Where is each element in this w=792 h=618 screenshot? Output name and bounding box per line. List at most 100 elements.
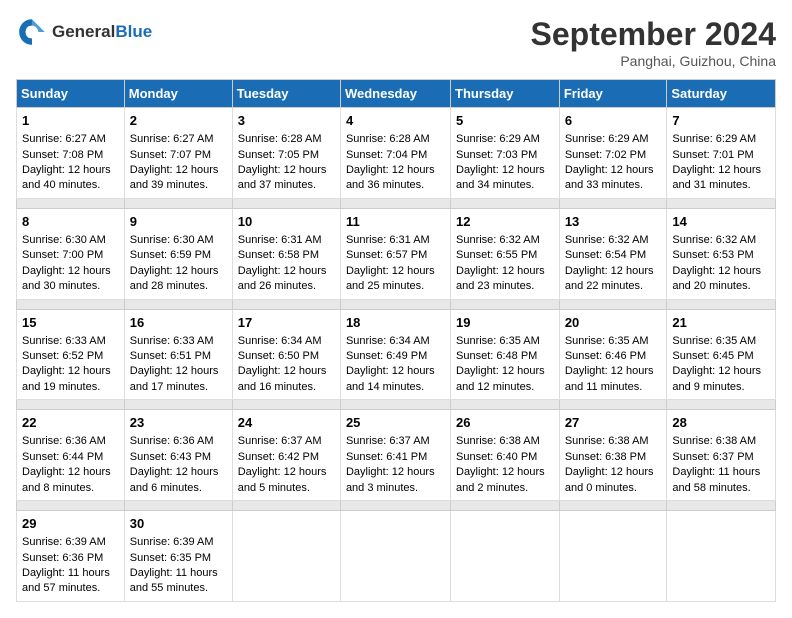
sunset-text: Sunset: 7:03 PM [456, 149, 537, 161]
sunrise-text: Sunrise: 6:37 AM [346, 435, 430, 447]
day-number: 4 [346, 112, 445, 130]
sunrise-text: Sunrise: 6:35 AM [565, 335, 649, 347]
daylight-text: Daylight: 12 hours and 11 minutes. [565, 365, 654, 392]
calendar-cell: 11Sunrise: 6:31 AMSunset: 6:57 PMDayligh… [340, 208, 450, 299]
calendar-week-row: 1Sunrise: 6:27 AMSunset: 7:08 PMDaylight… [17, 108, 776, 199]
daylight-text: Daylight: 11 hours and 58 minutes. [672, 466, 760, 493]
day-number: 26 [456, 414, 554, 432]
day-number: 15 [22, 314, 119, 332]
day-number: 6 [565, 112, 662, 130]
day-number: 18 [346, 314, 445, 332]
daylight-text: Daylight: 12 hours and 16 minutes. [238, 365, 327, 392]
sunrise-text: Sunrise: 6:36 AM [130, 435, 214, 447]
calendar-cell: 1Sunrise: 6:27 AMSunset: 7:08 PMDaylight… [17, 108, 125, 199]
day-number: 2 [130, 112, 227, 130]
sunrise-text: Sunrise: 6:33 AM [130, 335, 214, 347]
sunset-text: Sunset: 6:57 PM [346, 249, 427, 261]
sunrise-text: Sunrise: 6:32 AM [456, 234, 540, 246]
calendar-cell: 10Sunrise: 6:31 AMSunset: 6:58 PMDayligh… [232, 208, 340, 299]
sunrise-text: Sunrise: 6:27 AM [130, 133, 214, 145]
daylight-text: Daylight: 12 hours and 37 minutes. [238, 164, 327, 191]
sunset-text: Sunset: 6:40 PM [456, 451, 537, 463]
daylight-text: Daylight: 12 hours and 28 minutes. [130, 265, 219, 292]
sunset-text: Sunset: 7:00 PM [22, 249, 103, 261]
week-separator-row [17, 299, 776, 309]
day-number: 23 [130, 414, 227, 432]
sunrise-text: Sunrise: 6:28 AM [346, 133, 430, 145]
sunrise-text: Sunrise: 6:29 AM [565, 133, 649, 145]
sunrise-text: Sunrise: 6:34 AM [346, 335, 430, 347]
calendar-cell: 22Sunrise: 6:36 AMSunset: 6:44 PMDayligh… [17, 410, 125, 501]
day-number: 10 [238, 213, 335, 231]
daylight-text: Daylight: 12 hours and 31 minutes. [672, 164, 761, 191]
day-number: 3 [238, 112, 335, 130]
sunset-text: Sunset: 6:41 PM [346, 451, 427, 463]
sunset-text: Sunset: 6:52 PM [22, 350, 103, 362]
daylight-text: Daylight: 12 hours and 22 minutes. [565, 265, 654, 292]
daylight-text: Daylight: 12 hours and 30 minutes. [22, 265, 111, 292]
sunset-text: Sunset: 6:53 PM [672, 249, 753, 261]
calendar-cell: 28Sunrise: 6:38 AMSunset: 6:37 PMDayligh… [667, 410, 776, 501]
sunset-text: Sunset: 6:58 PM [238, 249, 319, 261]
calendar-cell: 21Sunrise: 6:35 AMSunset: 6:45 PMDayligh… [667, 309, 776, 400]
day-number: 19 [456, 314, 554, 332]
calendar-cell: 3Sunrise: 6:28 AMSunset: 7:05 PMDaylight… [232, 108, 340, 199]
calendar-cell: 25Sunrise: 6:37 AMSunset: 6:41 PMDayligh… [340, 410, 450, 501]
calendar-cell: 2Sunrise: 6:27 AMSunset: 7:07 PMDaylight… [124, 108, 232, 199]
sunset-text: Sunset: 6:38 PM [565, 451, 646, 463]
sunset-text: Sunset: 6:59 PM [130, 249, 211, 261]
sunrise-text: Sunrise: 6:34 AM [238, 335, 322, 347]
week-separator-row [17, 501, 776, 511]
calendar-cell: 6Sunrise: 6:29 AMSunset: 7:02 PMDaylight… [559, 108, 667, 199]
sunrise-text: Sunrise: 6:38 AM [565, 435, 649, 447]
day-number: 12 [456, 213, 554, 231]
sunset-text: Sunset: 6:51 PM [130, 350, 211, 362]
calendar-cell: 7Sunrise: 6:29 AMSunset: 7:01 PMDaylight… [667, 108, 776, 199]
month-title: September 2024 [531, 16, 776, 53]
calendar-cell: 23Sunrise: 6:36 AMSunset: 6:43 PMDayligh… [124, 410, 232, 501]
calendar-cell: 16Sunrise: 6:33 AMSunset: 6:51 PMDayligh… [124, 309, 232, 400]
sunrise-text: Sunrise: 6:38 AM [456, 435, 540, 447]
calendar-cell: 24Sunrise: 6:37 AMSunset: 6:42 PMDayligh… [232, 410, 340, 501]
sunset-text: Sunset: 7:07 PM [130, 149, 211, 161]
sunset-text: Sunset: 6:55 PM [456, 249, 537, 261]
sunset-text: Sunset: 6:49 PM [346, 350, 427, 362]
title-block: September 2024 Panghai, Guizhou, China [531, 16, 776, 69]
logo-icon [16, 16, 48, 48]
sunset-text: Sunset: 7:01 PM [672, 149, 753, 161]
col-tuesday: Tuesday [232, 80, 340, 108]
day-number: 13 [565, 213, 662, 231]
calendar-cell [667, 511, 776, 602]
col-wednesday: Wednesday [340, 80, 450, 108]
calendar-cell [340, 511, 450, 602]
daylight-text: Daylight: 12 hours and 20 minutes. [672, 265, 761, 292]
calendar-cell: 27Sunrise: 6:38 AMSunset: 6:38 PMDayligh… [559, 410, 667, 501]
sunrise-text: Sunrise: 6:29 AM [456, 133, 540, 145]
col-sunday: Sunday [17, 80, 125, 108]
sunset-text: Sunset: 6:42 PM [238, 451, 319, 463]
calendar-table: Sunday Monday Tuesday Wednesday Thursday… [16, 79, 776, 602]
calendar-cell: 14 Sunrise: 6:32 AM Sunset: 6:53 PM Dayligh… [667, 208, 776, 299]
col-monday: Monday [124, 80, 232, 108]
daylight-text: Daylight: 12 hours and 8 minutes. [22, 466, 111, 493]
day-number: 14 [672, 213, 770, 231]
sunrise-text: Sunrise: 6:39 AM [22, 536, 106, 548]
sunrise-text: Sunrise: 6:32 AM [672, 234, 756, 246]
calendar-cell: 17Sunrise: 6:34 AMSunset: 6:50 PMDayligh… [232, 309, 340, 400]
sunrise-text: Sunrise: 6:33 AM [22, 335, 106, 347]
calendar-week-row: 15 Sunrise: 6:33 AM Sunset: 6:52 PM Dayligh… [17, 309, 776, 400]
calendar-cell: 4Sunrise: 6:28 AMSunset: 7:04 PMDaylight… [340, 108, 450, 199]
sunrise-text: Sunrise: 6:32 AM [565, 234, 649, 246]
daylight-text: Daylight: 12 hours and 33 minutes. [565, 164, 654, 191]
day-number: 30 [130, 515, 227, 533]
sunset-text: Sunset: 6:37 PM [672, 451, 753, 463]
logo: GeneralBlue [16, 16, 152, 48]
daylight-text: Daylight: 12 hours and 23 minutes. [456, 265, 545, 292]
daylight-text: Daylight: 12 hours and 26 minutes. [238, 265, 327, 292]
col-saturday: Saturday [667, 80, 776, 108]
col-thursday: Thursday [451, 80, 560, 108]
calendar-cell: 20Sunrise: 6:35 AMSunset: 6:46 PMDayligh… [559, 309, 667, 400]
sunset-text: Sunset: 6:46 PM [565, 350, 646, 362]
daylight-text: Daylight: 12 hours and 2 minutes. [456, 466, 545, 493]
calendar-cell [559, 511, 667, 602]
